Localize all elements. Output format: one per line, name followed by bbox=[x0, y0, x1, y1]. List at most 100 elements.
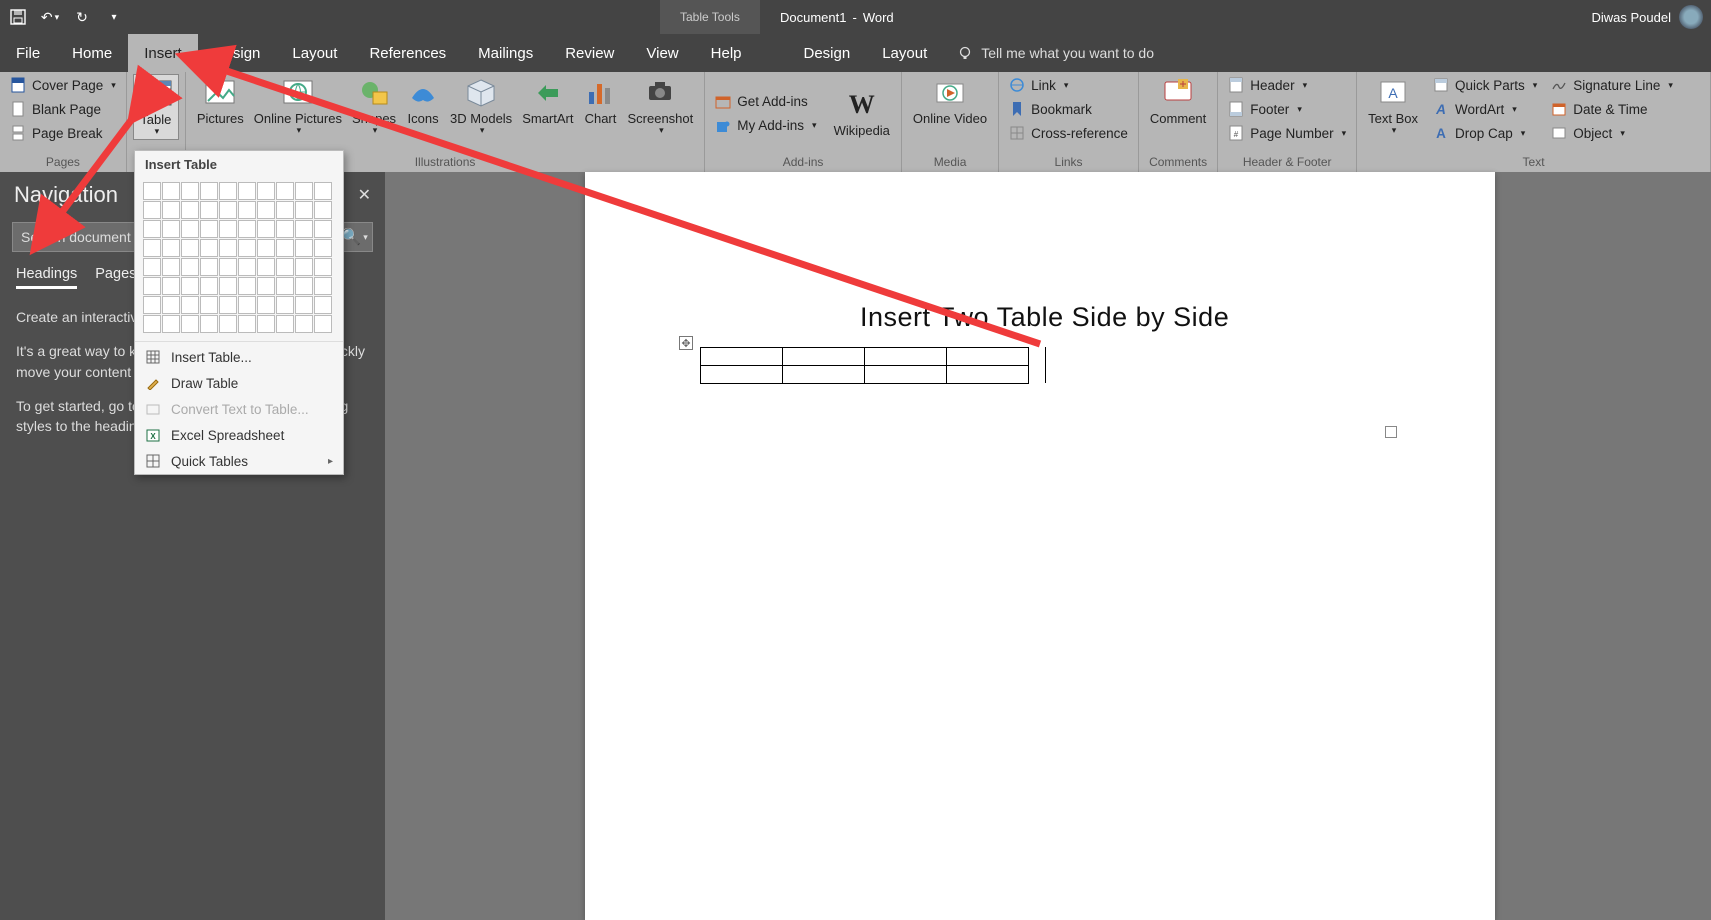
grid-cell[interactable] bbox=[143, 239, 161, 257]
grid-cell[interactable] bbox=[276, 277, 294, 295]
tab-mailings[interactable]: Mailings bbox=[462, 34, 549, 72]
grid-cell[interactable] bbox=[200, 201, 218, 219]
grid-cell[interactable] bbox=[219, 277, 237, 295]
tab-home[interactable]: Home bbox=[56, 34, 128, 72]
3d-models-button[interactable]: 3D Models▾ bbox=[445, 74, 517, 138]
grid-cell[interactable] bbox=[314, 258, 332, 276]
grid-cell[interactable] bbox=[276, 296, 294, 314]
grid-cell[interactable] bbox=[219, 220, 237, 238]
grid-cell[interactable] bbox=[162, 182, 180, 200]
grid-cell[interactable] bbox=[181, 315, 199, 333]
close-icon[interactable]: ✕ bbox=[358, 185, 371, 205]
grid-cell[interactable] bbox=[143, 182, 161, 200]
grid-cell[interactable] bbox=[257, 239, 275, 257]
menu-draw-table[interactable]: Draw Table bbox=[135, 370, 343, 396]
grid-cell[interactable] bbox=[181, 201, 199, 219]
sigline-button[interactable]: Signature Line▾ bbox=[1547, 74, 1677, 96]
grid-cell[interactable] bbox=[257, 258, 275, 276]
grid-cell[interactable] bbox=[238, 296, 256, 314]
grid-cell[interactable] bbox=[314, 201, 332, 219]
grid-cell[interactable] bbox=[238, 182, 256, 200]
grid-cell[interactable] bbox=[219, 201, 237, 219]
grid-cell[interactable] bbox=[181, 277, 199, 295]
grid-cell[interactable] bbox=[181, 239, 199, 257]
grid-cell[interactable] bbox=[162, 220, 180, 238]
menu-excel[interactable]: XExcel Spreadsheet bbox=[135, 422, 343, 448]
grid-cell[interactable] bbox=[314, 220, 332, 238]
grid-cell[interactable] bbox=[219, 182, 237, 200]
blank-page-button[interactable]: Blank Page bbox=[6, 98, 120, 120]
table-grid-picker[interactable] bbox=[135, 178, 343, 339]
save-icon[interactable] bbox=[4, 3, 32, 31]
grid-cell[interactable] bbox=[276, 182, 294, 200]
grid-cell[interactable] bbox=[276, 201, 294, 219]
grid-cell[interactable] bbox=[181, 182, 199, 200]
grid-cell[interactable] bbox=[162, 277, 180, 295]
nav-tab-headings[interactable]: Headings bbox=[16, 266, 77, 289]
grid-cell[interactable] bbox=[200, 315, 218, 333]
tab-table-layout[interactable]: Layout bbox=[866, 34, 943, 72]
shapes-button[interactable]: Shapes▾ bbox=[347, 74, 401, 138]
my-addins-button[interactable]: My Add-ins▾ bbox=[711, 115, 820, 137]
grid-cell[interactable] bbox=[314, 296, 332, 314]
grid-cell[interactable] bbox=[314, 182, 332, 200]
grid-cell[interactable] bbox=[181, 296, 199, 314]
grid-cell[interactable] bbox=[314, 315, 332, 333]
grid-cell[interactable] bbox=[238, 315, 256, 333]
grid-cell[interactable] bbox=[295, 296, 313, 314]
grid-cell[interactable] bbox=[276, 258, 294, 276]
grid-cell[interactable] bbox=[143, 277, 161, 295]
grid-cell[interactable] bbox=[162, 315, 180, 333]
table-resize-handle[interactable] bbox=[1385, 426, 1397, 438]
grid-cell[interactable] bbox=[200, 239, 218, 257]
grid-cell[interactable] bbox=[143, 201, 161, 219]
grid-cell[interactable] bbox=[257, 182, 275, 200]
dropcap-button[interactable]: ADrop Cap▾ bbox=[1429, 122, 1541, 144]
tab-view[interactable]: View bbox=[630, 34, 694, 72]
icons-button[interactable]: Icons bbox=[401, 74, 445, 128]
tab-file[interactable]: File bbox=[0, 34, 56, 72]
qat-customize-icon[interactable]: ▾ bbox=[100, 3, 128, 31]
pictures-button[interactable]: Pictures bbox=[192, 74, 249, 128]
page[interactable]: Insert Two Table Side by Side ✥ bbox=[585, 172, 1495, 920]
grid-cell[interactable] bbox=[295, 315, 313, 333]
grid-cell[interactable] bbox=[143, 296, 161, 314]
grid-cell[interactable] bbox=[143, 315, 161, 333]
object-button[interactable]: Object▾ bbox=[1547, 122, 1677, 144]
grid-cell[interactable] bbox=[257, 296, 275, 314]
grid-cell[interactable] bbox=[162, 258, 180, 276]
get-addins-button[interactable]: Get Add-ins bbox=[711, 91, 820, 113]
redo-icon[interactable]: ↻ bbox=[68, 3, 96, 31]
tab-help[interactable]: Help bbox=[695, 34, 758, 72]
table-button[interactable]: Table▾ bbox=[133, 74, 179, 140]
tab-review[interactable]: Review bbox=[549, 34, 630, 72]
grid-cell[interactable] bbox=[314, 277, 332, 295]
menu-quick-tables[interactable]: Quick Tables▸ bbox=[135, 448, 343, 474]
grid-cell[interactable] bbox=[257, 277, 275, 295]
grid-cell[interactable] bbox=[181, 220, 199, 238]
grid-cell[interactable] bbox=[295, 258, 313, 276]
cover-page-button[interactable]: Cover Page▾ bbox=[6, 74, 120, 96]
wordart-button[interactable]: AWordArt▾ bbox=[1429, 98, 1541, 120]
smartart-button[interactable]: SmartArt bbox=[517, 74, 578, 128]
tell-me[interactable]: Tell me what you want to do bbox=[957, 34, 1154, 72]
grid-cell[interactable] bbox=[162, 296, 180, 314]
grid-cell[interactable] bbox=[276, 315, 294, 333]
online-video-button[interactable]: Online Video bbox=[908, 74, 992, 128]
tab-design[interactable]: Design bbox=[198, 34, 277, 72]
header-button[interactable]: Header▾ bbox=[1224, 74, 1350, 96]
screenshot-button[interactable]: Screenshot▾ bbox=[622, 74, 698, 138]
tab-insert[interactable]: Insert bbox=[128, 34, 198, 72]
user-box[interactable]: Diwas Poudel bbox=[1592, 0, 1704, 34]
grid-cell[interactable] bbox=[295, 182, 313, 200]
grid-cell[interactable] bbox=[162, 201, 180, 219]
grid-cell[interactable] bbox=[276, 220, 294, 238]
grid-cell[interactable] bbox=[238, 201, 256, 219]
nav-tab-pages[interactable]: Pages bbox=[95, 266, 136, 289]
grid-cell[interactable] bbox=[295, 220, 313, 238]
grid-cell[interactable] bbox=[314, 239, 332, 257]
grid-cell[interactable] bbox=[200, 182, 218, 200]
grid-cell[interactable] bbox=[143, 220, 161, 238]
grid-cell[interactable] bbox=[295, 277, 313, 295]
page-break-button[interactable]: Page Break bbox=[6, 122, 120, 144]
